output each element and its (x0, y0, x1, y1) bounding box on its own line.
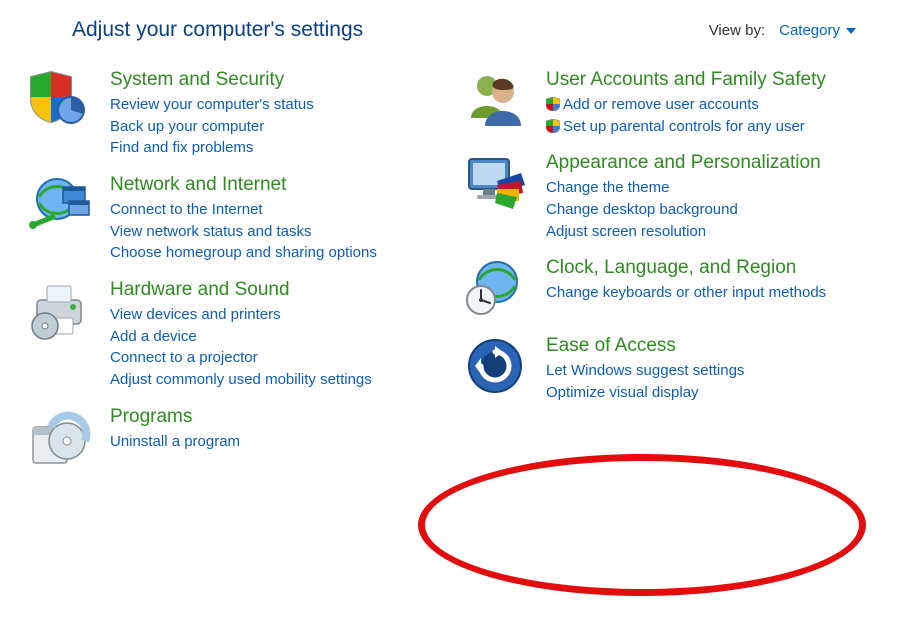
printer-icon[interactable] (24, 278, 94, 391)
category-links: Change the theme Change desktop backgroun… (546, 177, 876, 242)
people-icon[interactable] (460, 68, 530, 137)
task-link[interactable]: View devices and printers (110, 304, 440, 326)
globe-net-icon[interactable] (24, 173, 94, 264)
chevron-down-icon (846, 28, 856, 34)
category-links: Let Windows suggest settings Optimize vis… (546, 360, 876, 404)
category-title-programs[interactable]: Programs (110, 405, 440, 429)
task-link-text: Uninstall a program (110, 433, 240, 450)
task-link[interactable]: Uninstall a program (110, 431, 440, 453)
category-user-accounts: User Accounts and Family SafetyAdd or re… (460, 68, 876, 137)
category-body: Ease of AccessLet Windows suggest settin… (546, 334, 876, 403)
right-column: User Accounts and Family SafetyAdd or re… (460, 68, 876, 483)
task-link-text: Connect to a projector (110, 349, 258, 366)
task-link-text: Optimize visual display (546, 384, 699, 401)
uac-shield-icon (546, 119, 560, 133)
task-link-text: Choose homegroup and sharing options (110, 244, 377, 261)
task-link-text: Set up parental controls for any user (563, 118, 805, 135)
control-panel-root: Adjust your computer's settings View by:… (0, 0, 900, 618)
task-link[interactable]: Add or remove user accounts (546, 94, 876, 116)
view-by-dropdown[interactable]: Category (779, 22, 856, 39)
task-link[interactable]: Let Windows suggest settings (546, 360, 876, 382)
category-links: Add or remove user accounts Set up parent… (546, 94, 876, 138)
category-title-network-internet[interactable]: Network and Internet (110, 173, 440, 197)
task-link-text: Back up your computer (110, 118, 264, 135)
task-link-text: View devices and printers (110, 306, 281, 323)
view-by-value: Category (779, 22, 840, 39)
view-by: View by: Category (709, 22, 856, 39)
task-link-text: Change keyboards or other input methods (546, 284, 826, 301)
view-by-label: View by: (709, 22, 765, 39)
category-ease-of-access: Ease of AccessLet Windows suggest settin… (460, 334, 876, 403)
category-programs: Programs Uninstall a program (24, 405, 440, 469)
task-link[interactable]: Change keyboards or other input methods (546, 282, 876, 304)
category-links: Uninstall a program (110, 431, 440, 453)
left-column: System and SecurityReview your computer'… (24, 68, 440, 483)
category-clock-lang-region: Clock, Language, and Region Change keyboa… (460, 256, 876, 320)
task-link[interactable]: Back up your computer (110, 116, 440, 138)
task-link[interactable]: Change the theme (546, 177, 876, 199)
category-body: User Accounts and Family SafetyAdd or re… (546, 68, 876, 137)
category-title-ease-of-access[interactable]: Ease of Access (546, 334, 876, 358)
category-body: Appearance and PersonalizationChange the… (546, 151, 876, 242)
task-link[interactable]: Review your computer's status (110, 94, 440, 116)
monitor-paint-icon[interactable] (460, 151, 530, 242)
category-body: Clock, Language, and Region Change keyboa… (546, 256, 876, 320)
task-link[interactable]: Adjust commonly used mobility settings (110, 369, 440, 391)
category-title-appearance[interactable]: Appearance and Personalization (546, 151, 876, 175)
category-columns: System and SecurityReview your computer'… (24, 68, 876, 483)
category-network-internet: Network and InternetConnect to the Inter… (24, 173, 440, 264)
category-links: Change keyboards or other input methods (546, 282, 876, 304)
task-link[interactable]: Choose homegroup and sharing options (110, 242, 440, 264)
task-link-text: Add a device (110, 328, 197, 345)
disc-box-icon[interactable] (24, 405, 94, 469)
header: Adjust your computer's settings View by:… (24, 18, 876, 42)
task-link-text: Change desktop background (546, 201, 738, 218)
category-links: Review your computer's status Back up you… (110, 94, 440, 159)
task-link-text: View network status and tasks (110, 223, 312, 240)
category-title-user-accounts[interactable]: User Accounts and Family Safety (546, 68, 876, 92)
category-body: Network and InternetConnect to the Inter… (110, 173, 440, 264)
category-hardware-sound: Hardware and SoundView devices and print… (24, 278, 440, 391)
category-system-security: System and SecurityReview your computer'… (24, 68, 440, 159)
category-body: Hardware and SoundView devices and print… (110, 278, 440, 391)
task-link-text: Let Windows suggest settings (546, 362, 744, 379)
category-appearance: Appearance and PersonalizationChange the… (460, 151, 876, 242)
task-link-text: Review your computer's status (110, 96, 314, 113)
task-link[interactable]: Optimize visual display (546, 382, 876, 404)
shield-pie-icon[interactable] (24, 68, 94, 159)
category-links: Connect to the Internet View network stat… (110, 199, 440, 264)
globe-clock-icon[interactable] (460, 256, 530, 320)
category-body: Programs Uninstall a program (110, 405, 440, 469)
task-link[interactable]: Add a device (110, 326, 440, 348)
category-title-hardware-sound[interactable]: Hardware and Sound (110, 278, 440, 302)
category-title-clock-lang-region[interactable]: Clock, Language, and Region (546, 256, 876, 280)
task-link-text: Find and fix problems (110, 139, 253, 156)
task-link[interactable]: Connect to a projector (110, 347, 440, 369)
task-link-text: Adjust commonly used mobility settings (110, 371, 372, 388)
task-link[interactable]: View network status and tasks (110, 221, 440, 243)
task-link[interactable]: Find and fix problems (110, 137, 440, 159)
task-link[interactable]: Adjust screen resolution (546, 221, 876, 243)
task-link-text: Adjust screen resolution (546, 223, 706, 240)
task-link[interactable]: Change desktop background (546, 199, 876, 221)
category-title-system-security[interactable]: System and Security (110, 68, 440, 92)
category-links: View devices and printers Add a device Con… (110, 304, 440, 391)
task-link[interactable]: Connect to the Internet (110, 199, 440, 221)
task-link[interactable]: Set up parental controls for any user (546, 116, 876, 138)
ease-access-icon[interactable] (460, 334, 530, 403)
page-title: Adjust your computer's settings (72, 18, 363, 42)
task-link-text: Connect to the Internet (110, 201, 263, 218)
category-body: System and SecurityReview your computer'… (110, 68, 440, 159)
task-link-text: Change the theme (546, 179, 669, 196)
task-link-text: Add or remove user accounts (563, 96, 759, 113)
uac-shield-icon (546, 97, 560, 111)
